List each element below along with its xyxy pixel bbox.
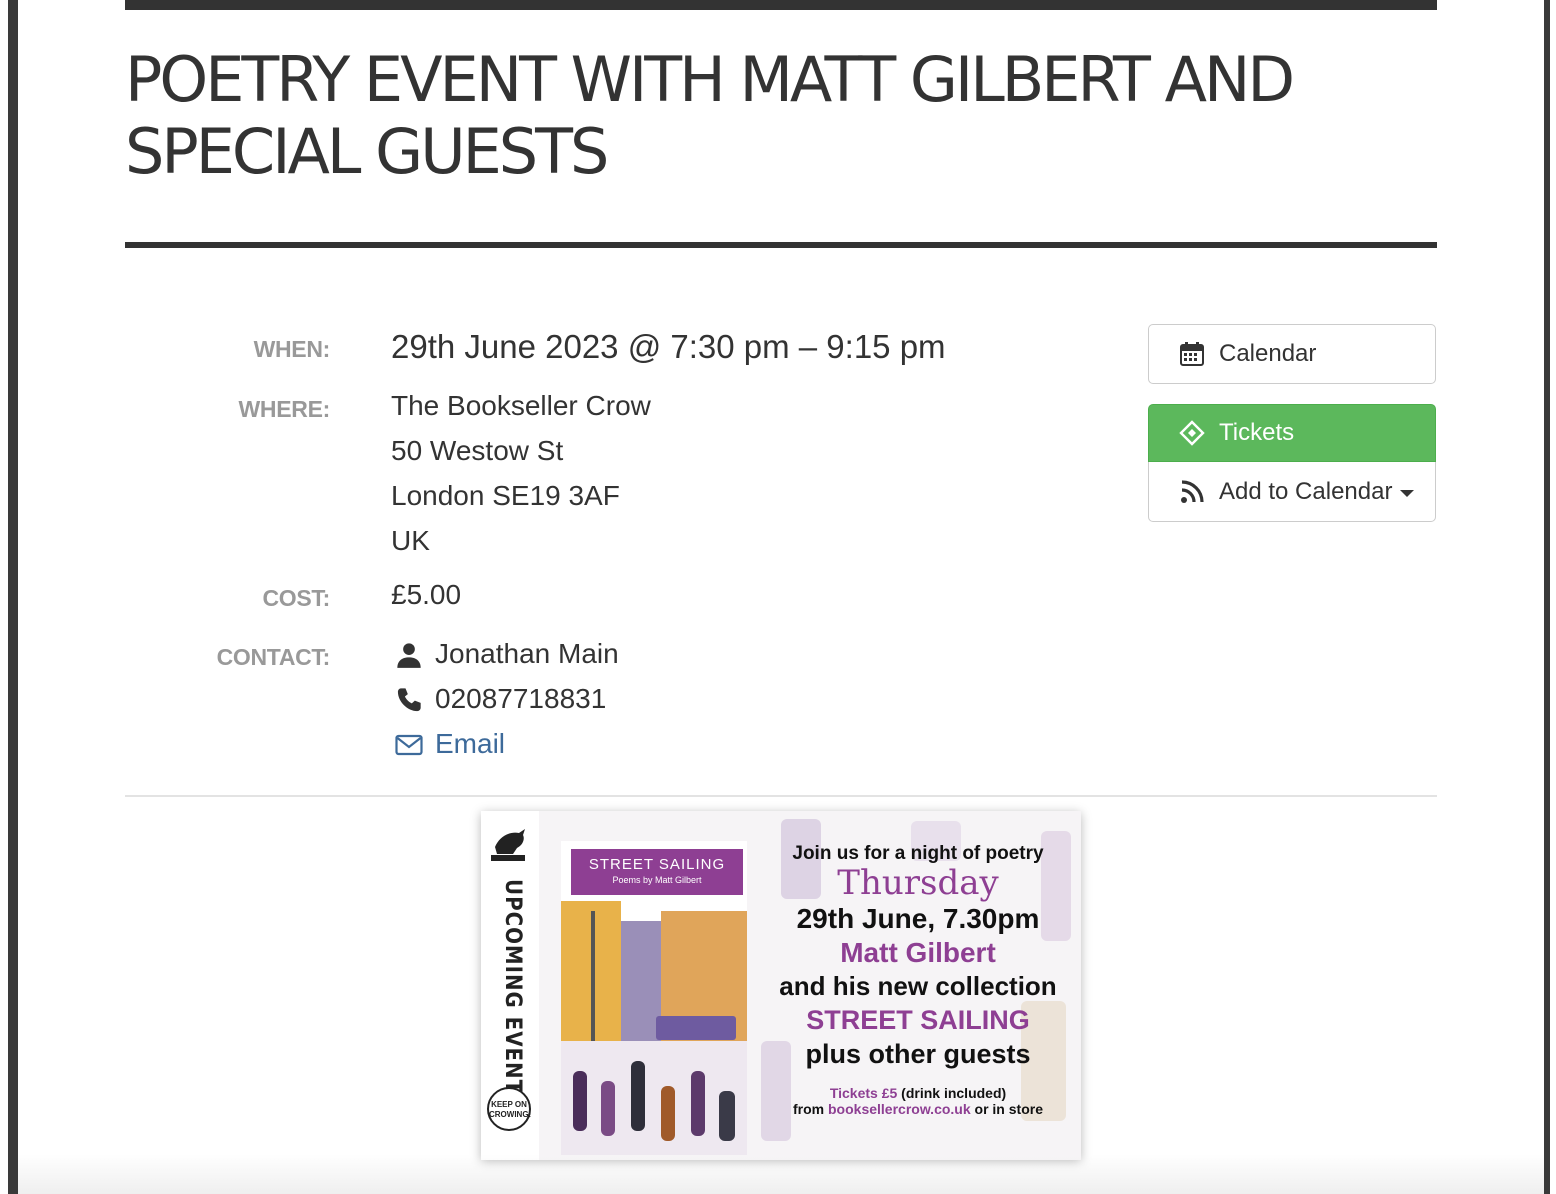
event-poster-image: UPCOMING EVENTS KEEP ON CROWING! STREET … xyxy=(481,811,1081,1160)
poster-line-intro: Join us for a night of poetry xyxy=(792,843,1044,864)
book-title: STREET SAILING xyxy=(588,856,726,873)
poster-book-cover: STREET SAILING Poems by Matt Gilbert xyxy=(561,841,747,1155)
rss-icon xyxy=(1179,479,1205,505)
calendar-button-label: Calendar xyxy=(1219,340,1317,367)
cost-value: £5.00 xyxy=(391,579,462,610)
bus-shape xyxy=(656,1016,736,1040)
person-shape xyxy=(573,1071,587,1131)
poster-line-collection: and his new collection xyxy=(779,971,1057,1001)
poster-side-band: UPCOMING EVENTS KEEP ON CROWING! xyxy=(481,811,539,1160)
poster-line-guests: plus other guests xyxy=(805,1039,1031,1069)
phone-icon xyxy=(395,686,423,714)
poster-in-store: or in store xyxy=(974,1101,1043,1117)
poster-line-book: STREET SAILING xyxy=(806,1005,1030,1035)
when-value: 29th June 2023 @ 7:30 pm – 9:15 pm xyxy=(391,328,946,365)
contact-phone: 02087718831 xyxy=(435,683,607,714)
when-label: WHEN: xyxy=(253,336,331,362)
section-divider xyxy=(125,795,1437,797)
poster-website: booksellercrow.co.uk xyxy=(828,1101,971,1117)
calendar-icon xyxy=(1179,341,1205,367)
contact-name: Jonathan Main xyxy=(435,638,619,669)
page-title: POETRY EVENT WITH MATT GILBERT AND SPECI… xyxy=(125,43,1295,188)
chevron-down-icon xyxy=(1400,490,1415,497)
lamp-post-shape xyxy=(591,911,595,1061)
poster-line-where-to-buy: from booksellercrow.co.uk or in store xyxy=(763,1101,1073,1117)
book-cover-header: STREET SAILING Poems by Matt Gilbert xyxy=(571,849,743,895)
building-shape xyxy=(621,921,661,1041)
bottom-fade xyxy=(18,1154,1544,1194)
poster-tickets-price: Tickets £5 xyxy=(829,1085,898,1101)
where-line-venue: The Bookseller Crow xyxy=(391,390,651,421)
poster-line-poet: Matt Gilbert xyxy=(840,937,996,968)
title-bottom-rule xyxy=(125,242,1437,248)
contact-email-wrapper: Email xyxy=(435,728,505,760)
envelope-icon[interactable] xyxy=(395,731,423,759)
poster-tickets-note: (drink included) xyxy=(901,1085,1007,1101)
poster-line-tickets: Tickets £5 (drink included) xyxy=(763,1085,1073,1101)
person-shape xyxy=(719,1091,735,1141)
add-to-calendar-button[interactable]: Add to Calendar xyxy=(1148,462,1436,522)
add-to-calendar-label: Add to Calendar xyxy=(1219,477,1393,505)
crow-logo-icon xyxy=(491,829,525,861)
where-line-city: London SE19 3AF xyxy=(391,480,620,511)
person-shape xyxy=(631,1061,645,1131)
poster-line-day: Thursday xyxy=(837,863,999,903)
title-top-rule xyxy=(125,0,1437,10)
person-shape xyxy=(691,1071,705,1136)
user-icon xyxy=(395,641,423,669)
cost-label: COST: xyxy=(262,585,330,611)
contact-email-link[interactable]: Email xyxy=(435,728,505,759)
book-subtitle: Poems by Matt Gilbert xyxy=(612,875,702,885)
poster-side-text: UPCOMING EVENTS xyxy=(500,879,525,1110)
where-label: WHERE: xyxy=(238,396,331,422)
where-line-country: UK xyxy=(391,525,430,556)
contact-label: CONTACT: xyxy=(216,644,331,670)
keep-on-crowing-badge: KEEP ON CROWING! xyxy=(487,1087,531,1131)
window-right-border xyxy=(1544,0,1550,1194)
ticket-icon xyxy=(1179,420,1205,446)
where-line-street: 50 Westow St xyxy=(391,435,564,466)
poster-line-date: 29th June, 7.30pm xyxy=(796,903,1040,934)
person-shape xyxy=(601,1081,615,1136)
tickets-button-label: Tickets xyxy=(1219,419,1295,446)
poster-from: from xyxy=(792,1101,825,1117)
person-shape xyxy=(661,1086,675,1141)
tickets-button[interactable]: Tickets xyxy=(1148,404,1436,462)
window-left-border xyxy=(8,0,18,1194)
calendar-button[interactable]: Calendar xyxy=(1148,324,1436,384)
